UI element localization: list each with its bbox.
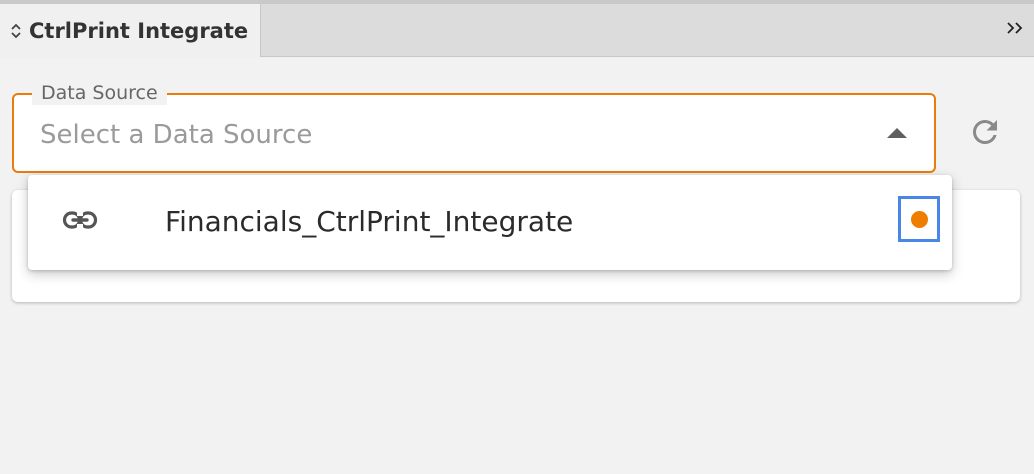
panel-tab-bar: CtrlPrint Integrate bbox=[0, 4, 1034, 57]
refresh-button[interactable] bbox=[966, 115, 1004, 153]
caret-up-icon[interactable] bbox=[887, 128, 907, 138]
panel-tab[interactable]: CtrlPrint Integrate bbox=[0, 4, 261, 57]
status-indicator bbox=[898, 196, 940, 242]
link-icon bbox=[62, 208, 98, 232]
panel-title: CtrlPrint Integrate bbox=[29, 18, 249, 43]
double-chevron-right-icon bbox=[1005, 20, 1025, 40]
panel-body: Data Source Select a Data Source Financi… bbox=[0, 58, 1034, 474]
data-source-dropdown: Financials_CtrlPrint_Integrate bbox=[28, 175, 952, 270]
sort-arrows-icon bbox=[10, 22, 22, 40]
data-source-label: Data Source bbox=[32, 81, 167, 105]
data-source-select[interactable]: Data Source Select a Data Source bbox=[12, 81, 936, 173]
status-dot-icon bbox=[910, 210, 928, 228]
data-source-option-label: Financials_CtrlPrint_Integrate bbox=[165, 205, 574, 238]
refresh-icon bbox=[967, 114, 1003, 154]
collapse-panel-button[interactable] bbox=[1004, 18, 1026, 42]
data-source-placeholder: Select a Data Source bbox=[40, 120, 313, 150]
data-source-option[interactable]: Financials_CtrlPrint_Integrate bbox=[28, 175, 952, 270]
